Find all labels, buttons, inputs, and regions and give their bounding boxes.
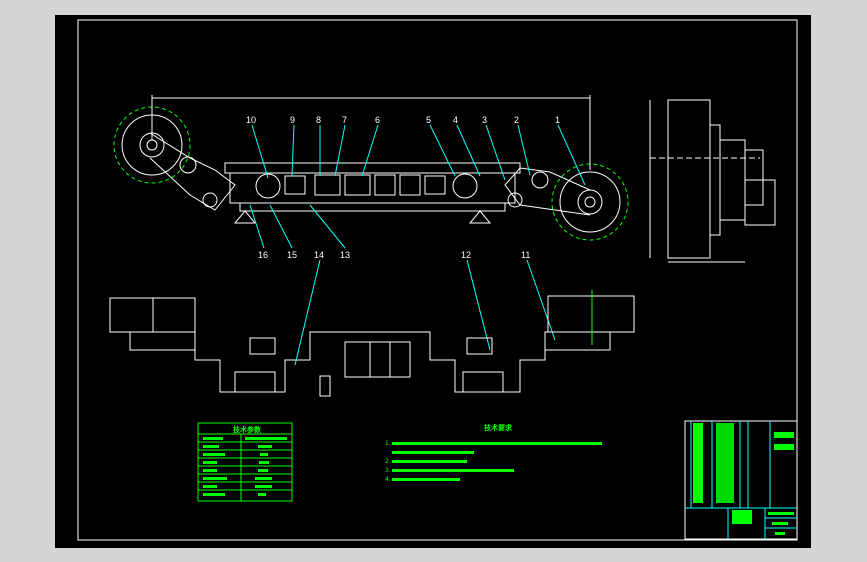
callout-2: 2 [514, 115, 519, 125]
callout-9: 9 [290, 115, 295, 125]
requirement-3: 3. [385, 467, 391, 474]
callout-5: 5 [426, 115, 431, 125]
cad-drawing: 10 9 8 7 6 5 4 3 2 1 16 15 14 13 12 11 技… [77, 19, 798, 541]
callout-14: 14 [314, 250, 324, 260]
callouts-top: 10 9 8 7 6 5 4 3 2 1 [246, 115, 560, 125]
callout-8: 8 [316, 115, 321, 125]
title-block [684, 420, 798, 540]
callout-1: 1 [555, 115, 560, 125]
params-table-title: 技术参数 [233, 425, 262, 434]
callout-12: 12 [461, 250, 471, 260]
requirement-2: 2. [385, 458, 391, 465]
callout-3: 3 [482, 115, 487, 125]
right-cutting-drum [551, 163, 629, 241]
callout-4: 4 [453, 115, 458, 125]
callout-6: 6 [375, 115, 380, 125]
requirement-4: 4. [385, 476, 391, 483]
leader-lines [249, 124, 586, 366]
technical-parameters-table: 技术参数 [197, 422, 293, 502]
callout-7: 7 [342, 115, 347, 125]
machine-body [224, 162, 521, 224]
callouts-bottom: 16 15 14 13 12 11 [258, 250, 530, 260]
plan-view [109, 295, 635, 397]
callout-11: 11 [521, 250, 530, 260]
callout-10: 10 [246, 115, 256, 125]
callout-13: 13 [340, 250, 350, 260]
side-view [649, 99, 776, 263]
callout-16: 16 [258, 250, 268, 260]
requirement-1: 1. [385, 440, 391, 447]
technical-requirements: 技术要求 1. 2. 3. 4. [385, 423, 602, 483]
drawing-sheet: 10 9 8 7 6 5 4 3 2 1 16 15 14 13 12 11 技… [55, 15, 811, 548]
requirements-title: 技术要求 [484, 423, 513, 432]
overall-dimension [151, 95, 591, 170]
callout-15: 15 [287, 250, 297, 260]
